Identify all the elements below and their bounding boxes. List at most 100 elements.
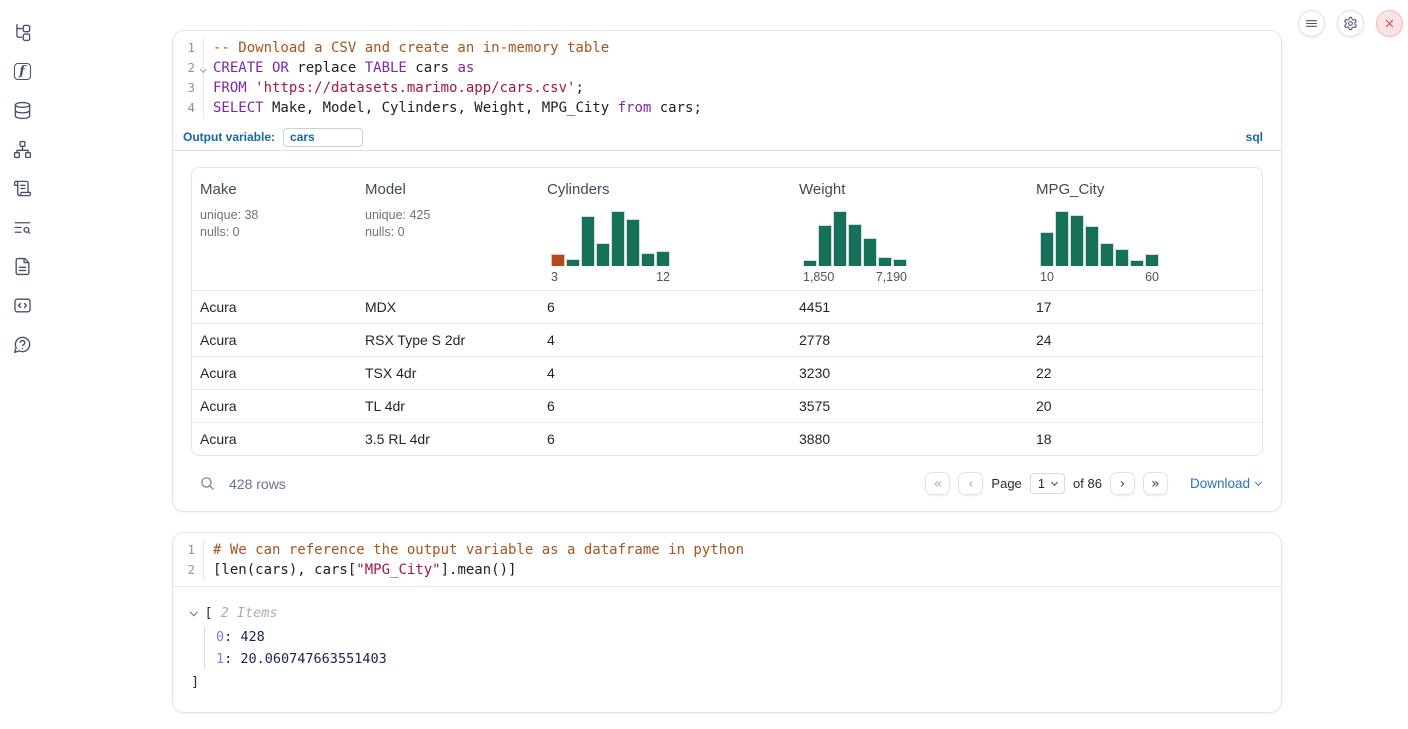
table-cell: 3.5 RL 4dr (357, 431, 539, 447)
code-text: FROM 'https://datasets.marimo.app/cars.c… (204, 78, 584, 98)
histogram-bar (581, 216, 595, 266)
histogram-bar (803, 260, 817, 266)
data-table: Make unique: 38nulls: 0 Model unique: 425nu… (191, 167, 1263, 456)
histogram-bar (1070, 215, 1084, 266)
histogram-bar (848, 224, 862, 266)
last-page-button[interactable]: » (1143, 472, 1168, 495)
collapse-chevron-icon[interactable] (190, 608, 198, 616)
column-name: Model (365, 181, 531, 198)
file-tree-icon[interactable] (12, 22, 32, 42)
page-select[interactable]: 1 (1030, 473, 1065, 494)
search-icon[interactable] (197, 474, 217, 494)
log-search-icon[interactable] (12, 217, 32, 237)
histogram-bar (656, 251, 670, 266)
code-text: CREATE OR replace TABLE cars as (204, 58, 474, 78)
histogram-bar (1100, 243, 1114, 266)
column-header[interactable]: Weight 1,8507,190 (791, 168, 1028, 290)
list-output-items: 0: 4281: 20.060747663551403 (204, 626, 1263, 670)
sql-code-editor[interactable]: 1-- Download a CSV and create an in-memo… (173, 31, 1281, 124)
table-row[interactable]: AcuraMDX6445117 (192, 290, 1262, 323)
function-icon[interactable]: f (12, 61, 32, 81)
code-text: SELECT Make, Model, Cylinders, Weight, M… (204, 98, 702, 118)
menu-button[interactable] (1298, 10, 1325, 37)
table-cell: Acura (192, 365, 357, 381)
code-token: replace (289, 60, 365, 76)
code-token: # We can reference the output variable a… (213, 542, 744, 558)
table-row[interactable]: AcuraTSX 4dr4323022 (192, 356, 1262, 389)
column-header[interactable]: Model unique: 425nulls: 0 (357, 168, 539, 290)
table-row[interactable]: AcuraTL 4dr6357520 (192, 389, 1262, 422)
code-line: 1 # We can reference the output variable … (173, 540, 1281, 560)
item-separator: : (224, 651, 240, 667)
prev-page-button[interactable]: ‹ (958, 472, 983, 495)
table-cell: 2778 (791, 332, 1028, 348)
shutdown-button[interactable] (1376, 10, 1403, 37)
output-variable-bar: Output variable: sql (173, 124, 1281, 151)
code-token: cars (407, 60, 458, 76)
code-text: # We can reference the output variable a… (204, 540, 744, 560)
column-stats: unique: 425nulls: 0 (365, 207, 531, 241)
dependency-graph-icon[interactable] (12, 139, 32, 159)
code-token: from (618, 100, 652, 116)
code-token: as (457, 60, 474, 76)
code-token: 'https://datasets.marimo.app/cars.csv' (255, 80, 575, 96)
axis-min-label: 3 (551, 270, 558, 284)
row-count: 428 rows (229, 476, 286, 492)
code-token (247, 80, 255, 96)
column-name: Weight (799, 181, 1020, 198)
column-name: Make (200, 181, 349, 198)
column-stat: unique: 38 (200, 207, 349, 224)
table-cell: 6 (539, 431, 791, 447)
histogram-axis: 312 (551, 270, 670, 284)
table-cell: 3230 (791, 365, 1028, 381)
download-button[interactable]: Download (1190, 476, 1261, 491)
page-label: Page (991, 476, 1021, 491)
column-name: Cylinders (547, 181, 783, 198)
scroll-icon[interactable] (12, 178, 32, 198)
item-value: 428 (240, 629, 264, 645)
column-histogram: 1,8507,190 (799, 211, 907, 284)
column-stats: unique: 38nulls: 0 (200, 207, 349, 241)
table-cell: 22 (1028, 365, 1262, 381)
list-item: 0: 428 (216, 626, 1263, 648)
table-cell: Acura (192, 431, 357, 447)
document-icon[interactable] (12, 256, 32, 276)
column-stat: nulls: 0 (200, 224, 349, 241)
code-line: 3FROM 'https://datasets.marimo.app/cars.… (173, 78, 1281, 98)
output-variable-input[interactable] (283, 128, 363, 147)
axis-min-label: 1,850 (803, 270, 834, 284)
list-output-header: [ 2 Items (191, 603, 1263, 623)
histogram-bars (803, 211, 907, 266)
table-cell: MDX (357, 299, 539, 315)
list-item: 1: 20.060747663551403 (216, 648, 1263, 670)
column-header[interactable]: MPG_City1060 (1028, 168, 1262, 290)
items-count-label: 2 Items (221, 603, 278, 623)
histogram-bar (596, 243, 610, 266)
table-cell: Acura (192, 398, 357, 414)
item-index: 0 (216, 629, 224, 645)
pagination: « ‹ Page 1 of 86 › » Download (925, 472, 1261, 495)
table-row[interactable]: Acura3.5 RL 4dr6388018 (192, 422, 1262, 455)
first-page-button[interactable]: « (925, 472, 950, 495)
snippets-icon[interactable] (12, 295, 32, 315)
open-bracket: [ (205, 603, 213, 623)
histogram-bar (1145, 254, 1159, 266)
line-number: 1 (173, 540, 204, 560)
python-code-editor[interactable]: 1 # We can reference the output variable … (173, 533, 1281, 586)
database-icon[interactable] (12, 100, 32, 120)
column-header[interactable]: Cylinders 312 (539, 168, 791, 290)
settings-button[interactable] (1337, 10, 1364, 37)
code-token: cars; (651, 100, 702, 116)
table-cell: 4 (539, 365, 791, 381)
code-line: 4SELECT Make, Model, Cylinders, Weight, … (173, 98, 1281, 118)
table-row[interactable]: AcuraRSX Type S 2dr4277824 (192, 323, 1262, 356)
python-cell: 1 # We can reference the output variable … (172, 532, 1282, 713)
histogram-bar (818, 225, 832, 266)
table-cell: 4 (539, 332, 791, 348)
next-page-button[interactable]: › (1110, 472, 1135, 495)
histogram-bar (566, 259, 580, 266)
help-icon[interactable] (12, 334, 32, 354)
column-name: MPG_City (1036, 181, 1254, 198)
column-header[interactable]: Make unique: 38nulls: 0 (192, 168, 357, 290)
table-cell: 20 (1028, 398, 1262, 414)
